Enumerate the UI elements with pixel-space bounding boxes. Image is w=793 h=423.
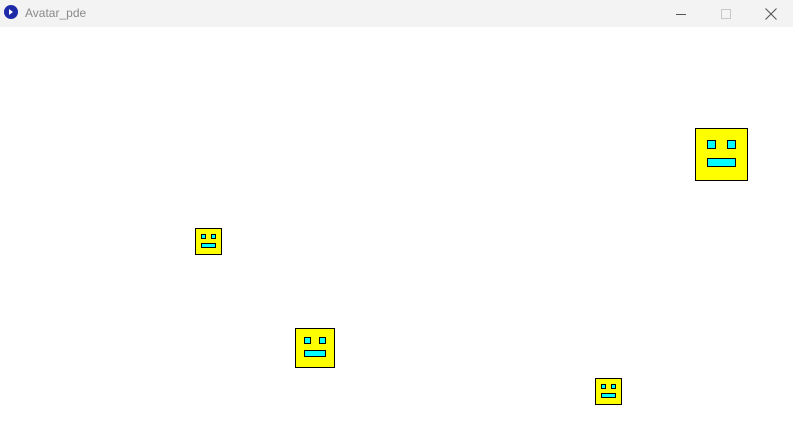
avatar-left-eye (601, 384, 606, 389)
avatar-mouth (601, 393, 616, 398)
avatar-right-eye (611, 384, 616, 389)
maximize-icon (721, 8, 731, 19)
avatar-right-eye (211, 234, 216, 239)
avatar-mouth (304, 350, 326, 357)
avatar-face (595, 378, 622, 405)
processing-app-icon (4, 5, 18, 19)
avatar-mouth (707, 158, 736, 167)
title-bar[interactable]: Avatar_pde (0, 0, 793, 27)
window-title: Avatar_pde (25, 6, 87, 20)
avatar-mouth (201, 243, 216, 248)
minimize-button[interactable] (658, 0, 704, 27)
avatar-left-eye (304, 337, 311, 344)
avatar-left-eye (201, 234, 206, 239)
close-icon (765, 7, 777, 20)
avatar-face (295, 328, 335, 368)
sketch-canvas[interactable] (0, 27, 793, 423)
minimize-icon (676, 13, 686, 15)
avatar-right-eye (319, 337, 326, 344)
close-button[interactable] (748, 0, 793, 27)
avatar-face (195, 228, 222, 255)
avatar-left-eye (707, 140, 716, 149)
avatar-right-eye (727, 140, 736, 149)
maximize-button[interactable] (703, 0, 749, 27)
avatar-face (695, 128, 748, 181)
app-window: Avatar_pde (0, 0, 793, 423)
